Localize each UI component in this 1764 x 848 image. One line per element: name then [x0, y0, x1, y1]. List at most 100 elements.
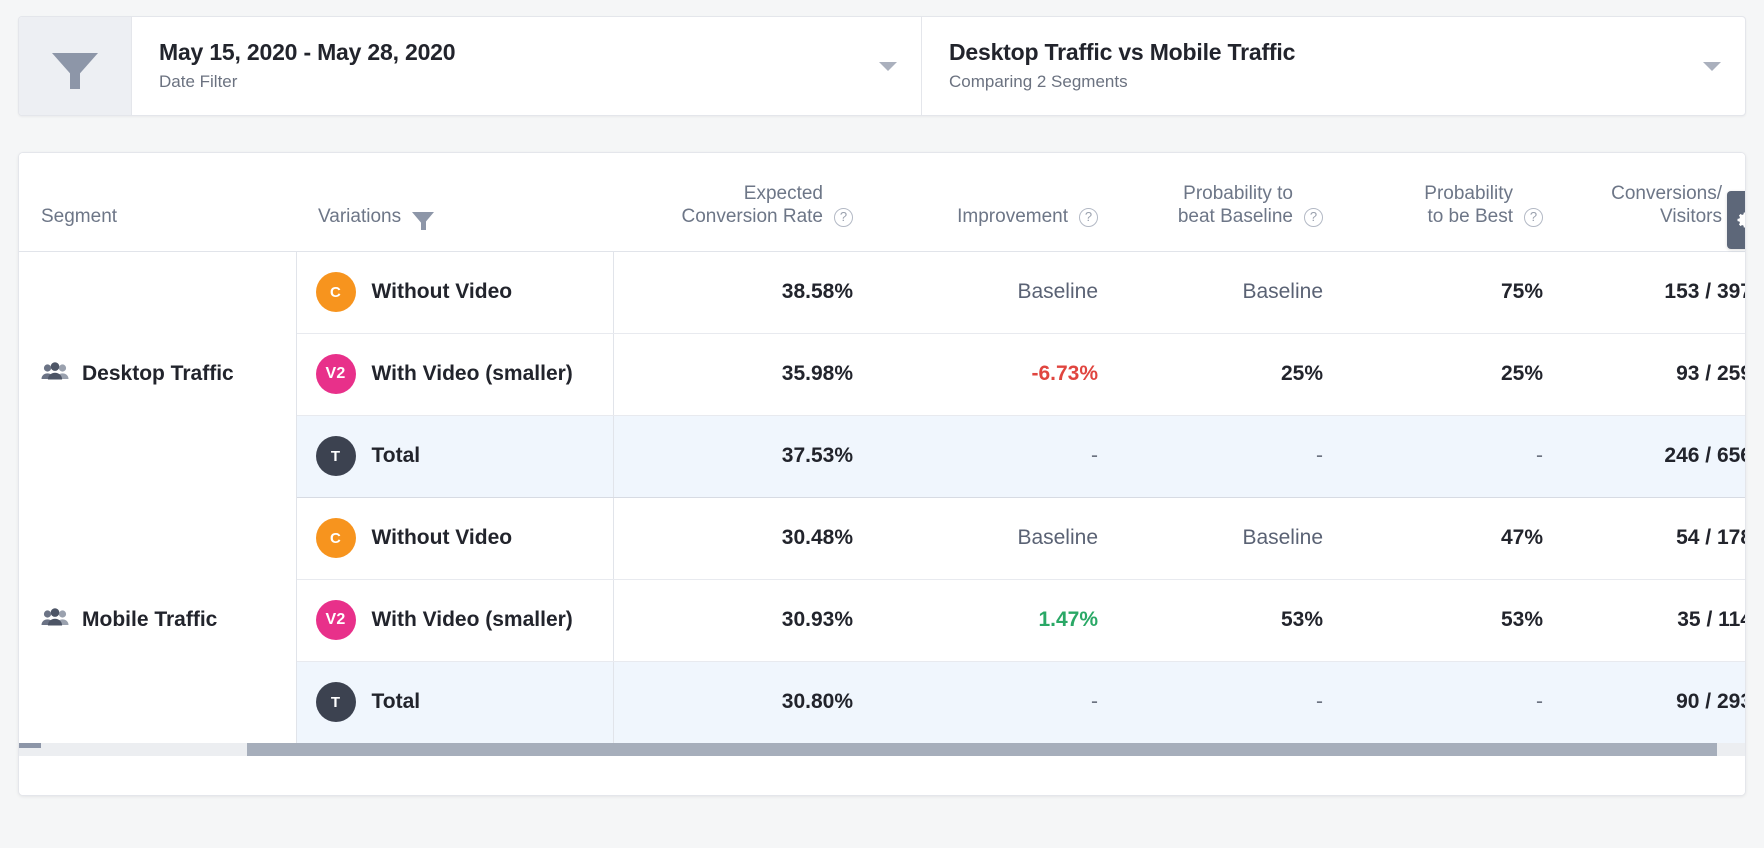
- variation-name: Total: [371, 690, 421, 713]
- column-header-segment: Segment: [19, 153, 296, 252]
- cell-probability-to-beat-baseline: -: [1120, 661, 1345, 744]
- variation-badge: C: [315, 272, 356, 312]
- prob-beat-label-line1: Probability to: [1183, 183, 1293, 205]
- column-header-probability-to-be-best: Probability to be Best ?: [1345, 153, 1565, 252]
- help-icon[interactable]: ?: [834, 207, 853, 227]
- column-header-variations: Variations: [296, 153, 613, 252]
- cell-conversions-visitors: 54 / 178: [1565, 497, 1745, 580]
- variation-cell: C Without Video: [296, 497, 614, 580]
- results-card: Segment Variations Expected Conversion R…: [18, 152, 1746, 796]
- cell-probability-to-beat-baseline: Baseline: [1120, 497, 1345, 580]
- table-settings-button[interactable]: [1727, 191, 1745, 249]
- cell-probability-to-be-best: -: [1345, 661, 1565, 744]
- ecr-label-line2: Conversion Rate: [681, 206, 823, 228]
- segment-cell-desktop: Desktop Traffic: [19, 251, 297, 497]
- conversions-label-line2: Visitors: [1660, 206, 1722, 228]
- cell-conversions-visitors: 90 / 293: [1565, 661, 1745, 744]
- cell-probability-to-be-best: 75%: [1345, 251, 1565, 334]
- cell-expected-conversion-rate: 30.80%: [613, 661, 875, 744]
- variation-cell: C Without Video: [296, 251, 614, 334]
- header-row: Segment Variations Expected Conversion R…: [19, 153, 1745, 252]
- chevron-down-icon[interactable]: [1703, 61, 1721, 71]
- variation-badge: V2: [315, 354, 356, 394]
- column-header-segment-label: Segment: [41, 206, 118, 228]
- results-table-scroll-area[interactable]: Segment Variations Expected Conversion R…: [19, 153, 1745, 758]
- chevron-down-icon[interactable]: [879, 61, 897, 71]
- gear-icon: [1737, 212, 1745, 228]
- column-header-prob-beat-label: Probability to beat Baseline: [1178, 182, 1293, 228]
- cell-improvement: -: [875, 661, 1120, 744]
- people-icon: [41, 607, 69, 633]
- help-icon[interactable]: ?: [1524, 207, 1543, 227]
- scrollbar-nub: [19, 743, 41, 748]
- segment-filter-dropdown[interactable]: Desktop Traffic vs Mobile Traffic Compar…: [922, 17, 1745, 115]
- horizontal-scrollbar-track[interactable]: [19, 743, 1745, 756]
- table-row[interactable]: Desktop Traffic C Without Video 38.58% B…: [19, 251, 1745, 497]
- cell-improvement: -: [875, 415, 1120, 498]
- variation-badge: T: [315, 436, 356, 476]
- variation-cell: T Total: [296, 661, 614, 744]
- cell-conversions-visitors: 246 / 656: [1565, 415, 1745, 498]
- cell-probability-to-beat-baseline: 25%: [1120, 333, 1345, 416]
- cell-probability-to-beat-baseline: -: [1120, 415, 1345, 498]
- variation-cell: T Total: [296, 415, 614, 498]
- page-root: May 15, 2020 - May 28, 2020 Date Filter …: [0, 0, 1764, 848]
- table-row[interactable]: Mobile Traffic C Without Video 30.48% Ba…: [19, 497, 1745, 743]
- cell-expected-conversion-rate: 30.93%: [613, 579, 875, 662]
- date-filter-subtitle: Date Filter: [159, 71, 238, 91]
- variation-name: Total: [371, 444, 421, 467]
- help-icon[interactable]: ?: [1079, 207, 1098, 227]
- results-table-header: Segment Variations Expected Conversion R…: [19, 153, 1745, 252]
- segment-name: Mobile Traffic: [82, 608, 218, 631]
- cell-probability-to-be-best: -: [1345, 415, 1565, 498]
- results-table-body: Desktop Traffic C Without Video 38.58% B…: [19, 251, 1745, 744]
- card-footer: [19, 756, 1745, 795]
- column-header-expected-conversion-rate: Expected Conversion Rate ?: [613, 153, 875, 252]
- column-header-improvement-label: Improvement: [957, 206, 1068, 228]
- cell-expected-conversion-rate: 38.58%: [613, 251, 875, 334]
- date-filter-title: May 15, 2020 - May 28, 2020: [159, 38, 456, 65]
- segment-filter-title: Desktop Traffic vs Mobile Traffic: [949, 38, 1296, 65]
- cell-probability-to-be-best: 47%: [1345, 497, 1565, 580]
- help-icon[interactable]: ?: [1304, 207, 1323, 227]
- people-icon: [41, 362, 69, 387]
- cell-probability-to-beat-baseline: 53%: [1120, 579, 1345, 662]
- cell-conversions-visitors: 93 / 259: [1565, 333, 1745, 416]
- column-header-improvement: Improvement ?: [875, 153, 1120, 252]
- prob-beat-label-line2: beat Baseline: [1177, 206, 1293, 228]
- variation-badge: C: [315, 518, 356, 558]
- cell-improvement: Baseline: [875, 497, 1120, 580]
- cell-improvement: Baseline: [875, 251, 1120, 334]
- column-header-ecr-label: Expected Conversion Rate: [681, 182, 823, 228]
- column-header-conversions-label: Conversions/ Visitors: [1611, 182, 1722, 228]
- segment-label: Desktop Traffic: [19, 362, 296, 387]
- prob-best-label-line2: to be Best: [1427, 206, 1513, 228]
- date-filter-dropdown[interactable]: May 15, 2020 - May 28, 2020 Date Filter: [132, 17, 922, 115]
- variation-badge: T: [315, 682, 356, 722]
- variations-filter-icon[interactable]: [412, 211, 435, 230]
- variation-cell: V2 With Video (smaller): [296, 333, 614, 416]
- horizontal-scrollbar-thumb[interactable]: [247, 743, 1717, 756]
- variation-cell: V2 With Video (smaller): [296, 579, 614, 662]
- column-header-probability-to-beat-baseline: Probability to beat Baseline ?: [1120, 153, 1345, 252]
- cell-expected-conversion-rate: 35.98%: [613, 333, 875, 416]
- cell-improvement: -6.73%: [875, 333, 1120, 416]
- results-table: Segment Variations Expected Conversion R…: [19, 153, 1745, 744]
- cell-probability-to-be-best: 25%: [1345, 333, 1565, 416]
- prob-best-label-line1: Probability: [1424, 183, 1513, 205]
- column-header-prob-best-label: Probability to be Best: [1424, 182, 1513, 228]
- variation-badge: V2: [315, 600, 356, 640]
- variation-name: With Video (smaller): [371, 608, 573, 631]
- segment-name: Desktop Traffic: [82, 362, 234, 386]
- date-filter-text: May 15, 2020 - May 28, 2020 Date Filter: [159, 38, 859, 95]
- variation-name: Without Video: [371, 526, 513, 549]
- filter-funnel-button[interactable]: [19, 17, 132, 115]
- cell-expected-conversion-rate: 30.48%: [613, 497, 875, 580]
- funnel-icon: [52, 53, 98, 89]
- ecr-label-line1: Expected: [743, 183, 823, 205]
- segment-label: Mobile Traffic: [19, 607, 296, 633]
- cell-probability-to-beat-baseline: Baseline: [1120, 251, 1345, 334]
- segment-cell-mobile: Mobile Traffic: [19, 497, 297, 743]
- filter-bar: May 15, 2020 - May 28, 2020 Date Filter …: [18, 16, 1746, 116]
- cell-conversions-visitors: 153 / 397: [1565, 251, 1745, 334]
